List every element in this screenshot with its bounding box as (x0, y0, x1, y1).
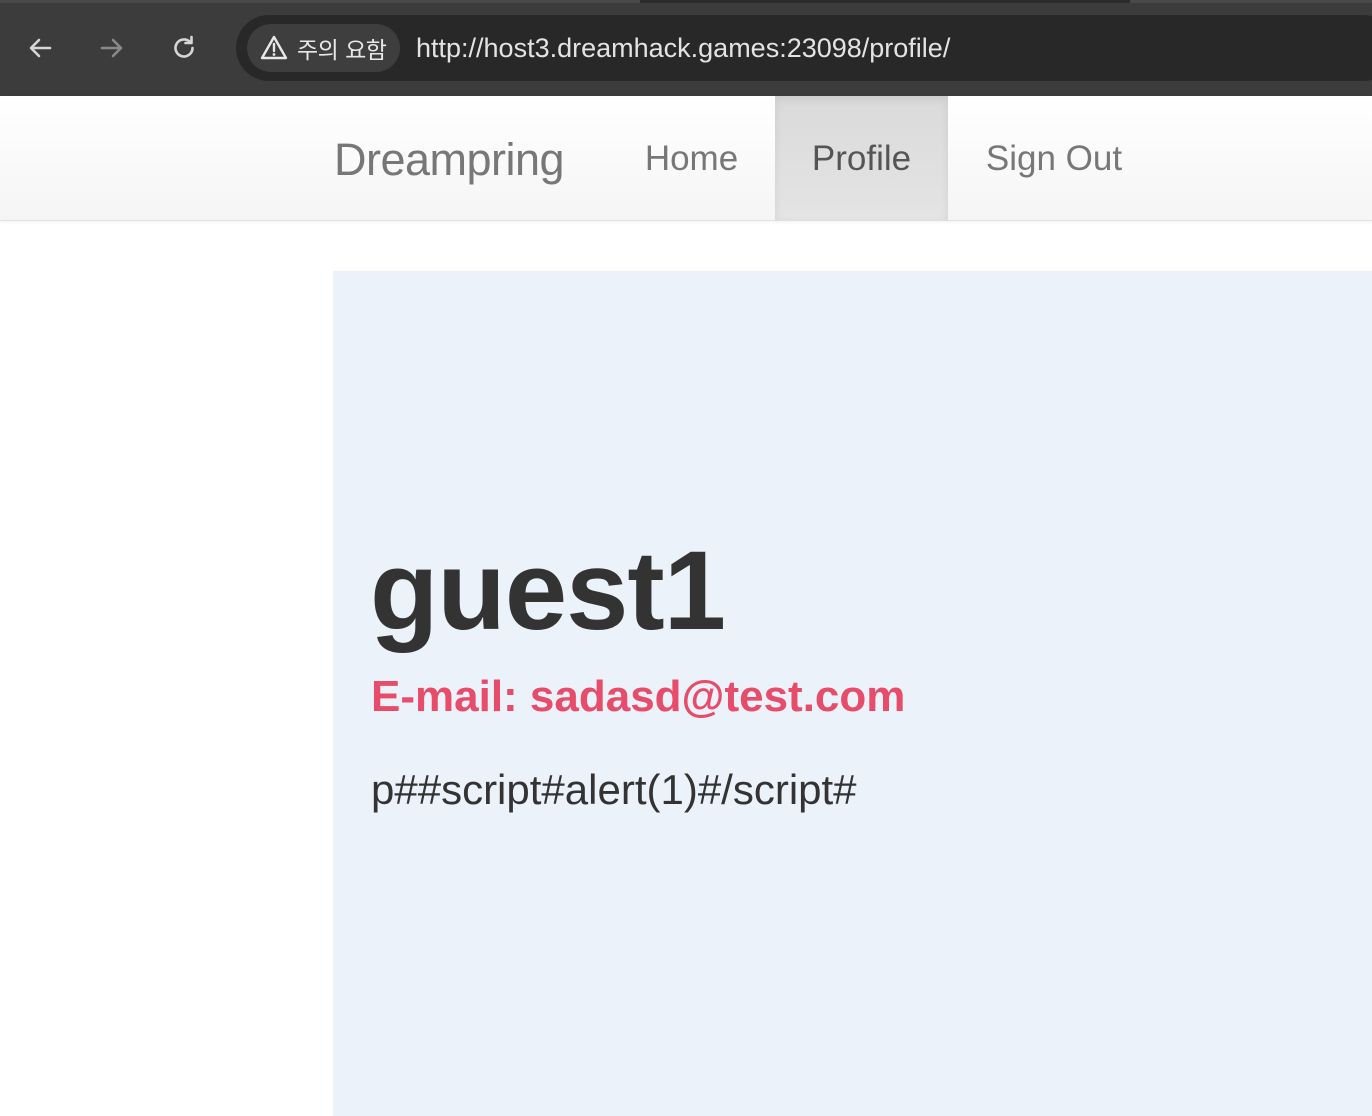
arrow-right-icon (100, 38, 123, 58)
browser-toolbar: 주의 요함 http://host3.dreamhack.games:23098… (0, 0, 1372, 96)
reload-button[interactable] (162, 26, 206, 70)
profile-jumbotron: guest1 E-mail: sadasd@test.com p##script… (333, 271, 1372, 1116)
arrow-left-icon (29, 38, 52, 58)
profile-email: E-mail: sadasd@test.com (371, 672, 906, 721)
site-navbar: Dreampring Home Profile Sign Out (0, 96, 1372, 221)
url-text[interactable]: http://host3.dreamhack.games:23098/profi… (416, 31, 950, 65)
address-bar[interactable]: 주의 요함 http://host3.dreamhack.games:23098… (236, 15, 1372, 81)
warning-triangle-icon (260, 35, 288, 60)
nav-item-home[interactable]: Home (608, 96, 775, 221)
back-button[interactable] (18, 26, 62, 70)
tab-edge-right (1130, 0, 1372, 3)
profile-username: guest1 (370, 528, 726, 653)
tab-strip (0, 0, 1372, 3)
tab-edge-left (0, 0, 640, 3)
brand-link[interactable]: Dreampring (334, 134, 565, 186)
security-indicator[interactable]: 주의 요함 (247, 24, 400, 72)
profile-description: p##script#alert(1)#/script# (371, 766, 857, 813)
security-label: 주의 요함 (297, 38, 387, 64)
nav-item-profile[interactable]: Profile (775, 96, 948, 221)
nav-item-sign-out[interactable]: Sign Out (948, 96, 1160, 221)
reload-icon (174, 35, 194, 58)
forward-button[interactable] (90, 26, 134, 70)
